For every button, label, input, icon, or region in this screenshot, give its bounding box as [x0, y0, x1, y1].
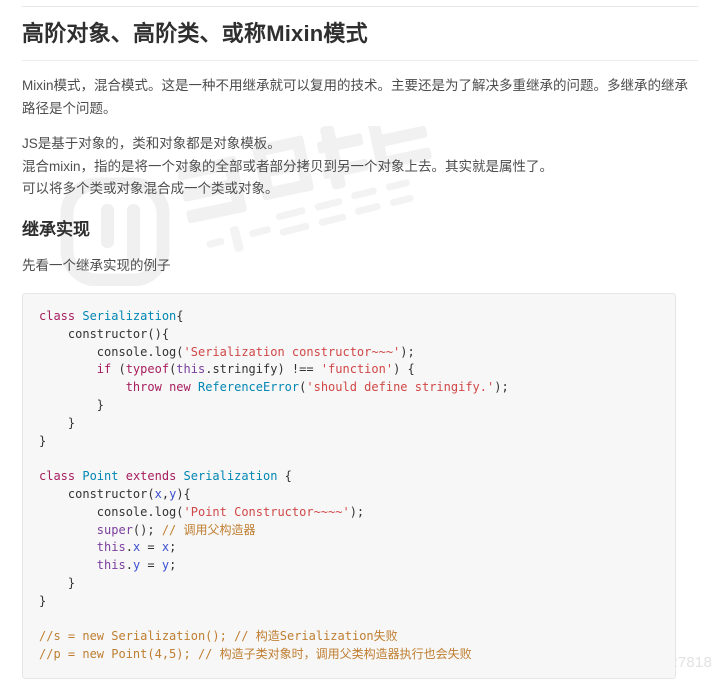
- page-title: 高阶对象、高阶类、或称Mixin模式: [22, 19, 698, 61]
- explanation-line: 混合mixin，指的是将一个对象的全部或者部分拷贝到另一个对象上去。其实就是属性…: [22, 158, 554, 174]
- top-divider: [22, 6, 698, 7]
- explanation-block: JS是基于对象的，类和对象都是对象模板。 混合mixin，指的是将一个对象的全部…: [22, 133, 698, 201]
- code-block: class Serialization{ constructor(){ cons…: [22, 293, 676, 679]
- section-heading-inheritance: 继承实现: [22, 219, 90, 239]
- intro-paragraph: Mixin模式，混合模式。这是一种不用继承就可以复用的技术。主要还是为了解决多重…: [22, 78, 689, 116]
- explanation-line: JS是基于对象的，类和对象都是对象模板。: [22, 136, 281, 151]
- section-intro-paragraph: 先看一个继承实现的例子: [22, 257, 171, 273]
- article-container: 高阶对象、高阶类、或称Mixin模式 Mixin模式，混合模式。这是一种不用继承…: [0, 6, 720, 679]
- code-content[interactable]: class Serialization{ constructor(){ cons…: [23, 308, 675, 664]
- explanation-line: 可以将多个类或对象混合成一个类或对象。: [22, 181, 279, 196]
